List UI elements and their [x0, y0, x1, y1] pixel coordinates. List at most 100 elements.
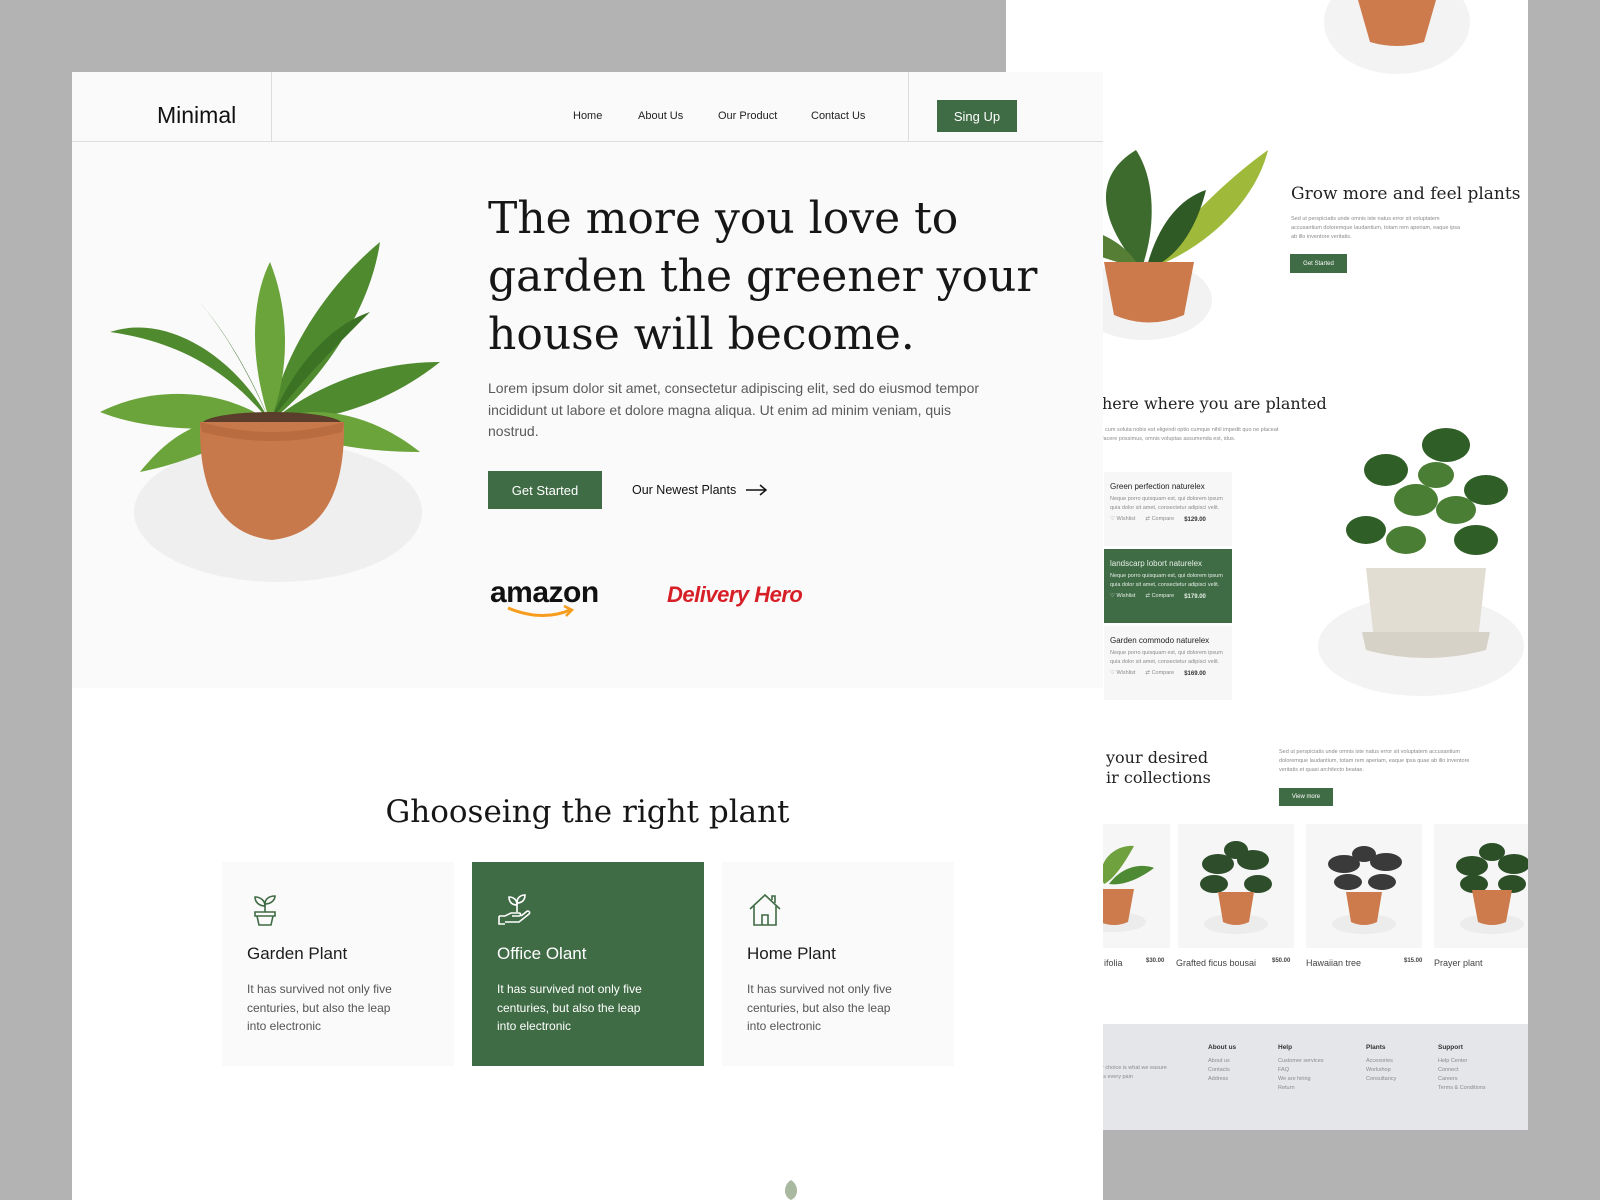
- amazon-logo: amazon: [490, 576, 599, 618]
- brand-logo[interactable]: Minimal: [157, 102, 236, 129]
- leaf-image-peek: [784, 1180, 798, 1200]
- footer-link[interactable]: Address: [1208, 1075, 1236, 1084]
- category-card-office[interactable]: Office Olant It has survived not only fi…: [472, 862, 704, 1066]
- category-description: It has survived not only five centuries,…: [247, 982, 392, 1033]
- newest-plants-label: Our Newest Plants: [632, 483, 737, 497]
- footer-link[interactable]: About us: [1208, 1057, 1236, 1066]
- footer-link[interactable]: Return: [1278, 1084, 1324, 1093]
- wishlist-heart-icon[interactable]: ♡ Wishlist: [1110, 669, 1135, 678]
- hero-title-line: house will become.: [488, 309, 915, 360]
- plant-item-title: Garden commodo naturelex: [1110, 636, 1210, 645]
- navbar: Minimal Home About Us Our Product Contac…: [72, 72, 1103, 142]
- plant-list-item[interactable]: Garden commodo naturelex Neque porro qui…: [1104, 626, 1232, 700]
- hero-description: Lorem ipsum dolor sit amet, consectetur …: [488, 380, 980, 439]
- nav-about-us[interactable]: About Us: [638, 110, 683, 122]
- peperomia-plant-image: [1346, 428, 1508, 658]
- sprout-pot-icon: [254, 895, 276, 926]
- category-card-garden[interactable]: Garden Plant It has survived not only fi…: [222, 862, 454, 1066]
- nav-home[interactable]: Home: [573, 110, 602, 122]
- category-title: Office Olant: [497, 944, 587, 963]
- product-price: $50.00: [1272, 958, 1291, 964]
- product-card[interactable]: [1434, 824, 1528, 948]
- top-pot-image: [1358, 0, 1436, 46]
- plant-item-description: Neque porro quisquam est, qui dolorem ip…: [1110, 573, 1223, 588]
- category-title: Home Plant: [747, 944, 836, 963]
- compare-label: Compare: [1151, 670, 1175, 676]
- product-name: ifolia: [1104, 958, 1123, 968]
- newest-plants-link[interactable]: Our Newest Plants: [632, 483, 768, 497]
- footer-heading: Help: [1278, 1044, 1293, 1051]
- delivery-hero-logo: Delivery Hero: [667, 582, 803, 607]
- product-name: Prayer plant: [1434, 958, 1483, 968]
- wishlist-label: Wishlist: [1116, 593, 1136, 599]
- product-name: Hawaiian tree: [1306, 958, 1362, 968]
- product-price: $30.00: [1146, 958, 1165, 964]
- footer-link[interactable]: We are hiring: [1278, 1075, 1324, 1084]
- nav-divider: [271, 72, 272, 142]
- amazon-smile-icon: [507, 604, 575, 618]
- footer-link[interactable]: Consultancy: [1366, 1075, 1396, 1084]
- category-description: It has survived not only five centuries,…: [747, 982, 892, 1033]
- product-name: Grafted ficus bousai: [1176, 958, 1257, 968]
- plant-item-price: $179.00: [1184, 593, 1206, 600]
- grow-get-started-button[interactable]: Get Started: [1290, 254, 1347, 273]
- compare-label: Compare: [1151, 516, 1175, 522]
- footer-heading: Plants: [1366, 1044, 1386, 1051]
- category-card-home[interactable]: Home Plant It has survived not only five…: [722, 862, 954, 1066]
- footer-column-about: About us About us Contacts Address: [1208, 1044, 1236, 1084]
- plant-thumbnail: [1200, 841, 1272, 934]
- footer-link[interactable]: Workshop: [1366, 1066, 1396, 1075]
- wishlist-heart-icon[interactable]: ♡ Wishlist: [1110, 515, 1135, 524]
- birds-nest-fern-image: [100, 242, 440, 540]
- wishlist-label: Wishlist: [1116, 516, 1136, 522]
- footer-link[interactable]: Accesories: [1366, 1057, 1396, 1066]
- plant-list-item[interactable]: Green perfection naturelex Neque porro q…: [1104, 472, 1232, 546]
- plant-list-item-active[interactable]: landscarp lobort naturelex Neque porro q…: [1104, 549, 1232, 623]
- plant-thumbnail: [1328, 846, 1402, 934]
- plant-thumbnail: [1456, 843, 1528, 934]
- collections-title: your desired ir collections: [1106, 748, 1211, 788]
- view-more-button[interactable]: View more: [1279, 788, 1333, 806]
- sign-up-button[interactable]: Sing Up: [937, 100, 1017, 132]
- plant-item-price: $129.00: [1184, 516, 1206, 523]
- nav-our-product[interactable]: Our Product: [718, 110, 777, 122]
- footer-link[interactable]: Connect: [1438, 1066, 1486, 1075]
- product-card[interactable]: [1178, 824, 1294, 948]
- get-started-button[interactable]: Get Started: [488, 471, 602, 509]
- house-icon: [749, 893, 781, 926]
- choosing-title: Ghooseing the right plant: [385, 794, 790, 830]
- plant-item-price: $169.00: [1184, 670, 1206, 677]
- nav-contact-us[interactable]: Contact Us: [811, 110, 865, 122]
- wishlist-heart-icon[interactable]: ♡ Wishlist: [1110, 592, 1135, 601]
- planted-description: , cum soluta nobis est eligendi optio cu…: [1102, 427, 1279, 442]
- plant-item-description: Neque porro quisquam est, qui dolorem ip…: [1110, 496, 1223, 511]
- footer-heading: Support: [1438, 1044, 1463, 1051]
- compare-icon[interactable]: ⇄ Compare: [1145, 592, 1174, 601]
- footer-link[interactable]: FAQ: [1278, 1066, 1324, 1075]
- planted-title: here where you are planted: [1102, 394, 1327, 413]
- product-price: $15.00: [1404, 958, 1423, 964]
- footer-link[interactable]: Contacts: [1208, 1066, 1236, 1075]
- footer-link[interactable]: Careers: [1438, 1075, 1486, 1084]
- footer-link[interactable]: Help Center: [1438, 1057, 1486, 1066]
- hand-plant-icon: [498, 894, 531, 925]
- product-card[interactable]: [1306, 824, 1422, 948]
- footer-tagline: r choice is what we easure is every pain: [1102, 1065, 1167, 1080]
- wishlist-label: Wishlist: [1116, 670, 1136, 676]
- footer-column-plants: Plants Accesories Workshop Consultancy: [1366, 1044, 1396, 1084]
- hero-title: The more you love to garden the greener …: [488, 190, 1048, 364]
- category-description: It has survived not only five centuries,…: [497, 982, 642, 1033]
- footer-column-help: Help Customer services FAQ We are hiring…: [1278, 1044, 1324, 1093]
- compare-icon[interactable]: ⇄ Compare: [1145, 669, 1174, 678]
- collections-title-line: ir collections: [1106, 768, 1211, 787]
- collections-description: Sed ut perspiciatis unde omnis iste natu…: [1279, 749, 1470, 773]
- nav-divider: [908, 72, 909, 142]
- compare-icon[interactable]: ⇄ Compare: [1145, 515, 1174, 524]
- main-landing-page: Minimal Home About Us Our Product Contac…: [72, 72, 1103, 1200]
- footer-link[interactable]: Terms & Conditions: [1438, 1084, 1486, 1093]
- hero-title-line: The more you love to: [488, 193, 959, 244]
- footer-link[interactable]: Customer services: [1278, 1057, 1324, 1066]
- plant-item-title: landscarp lobort naturelex: [1110, 559, 1203, 568]
- arrow-right-icon: [746, 484, 768, 496]
- grow-description: Sed ut perspiciatis unde omnis iste natu…: [1291, 216, 1461, 240]
